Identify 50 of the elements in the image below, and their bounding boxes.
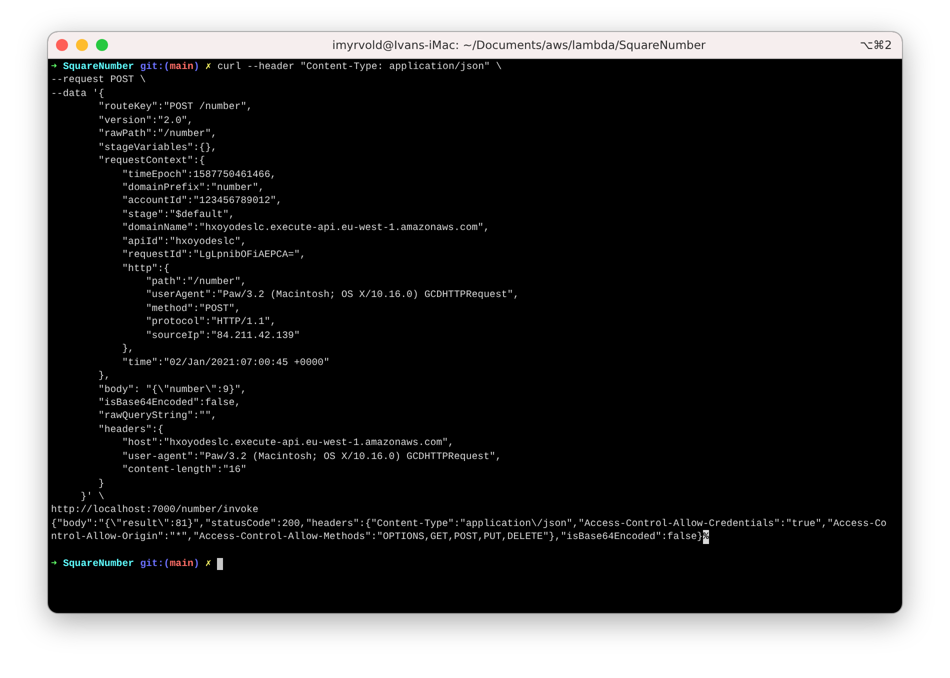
terminal-line: "routeKey":"POST /number", [97,100,254,114]
terminal-line: "content-length":"16" [121,463,248,477]
terminal-line: "userAgent":"Paw/3.2 (Macintosh; OS X/10.16.0) GCDHTTPRequest", [144,288,520,302]
git-branch: git:(main) [140,557,200,571]
terminal-line: "requestContext":{ [97,154,206,168]
terminal-line: "rawQueryString":"", [97,409,218,423]
partial-line-mark: % [702,530,709,544]
terminal-line: "apiId":"hxoyodeslc", [121,234,248,248]
terminal-line: "stage":"$default", [121,208,236,222]
terminal-line: http://localhost:7000/number/invoke [51,503,260,517]
terminal-line: "sourceIp":"84.211.42.139" [144,328,301,342]
directory-name: SquareNumber [62,60,134,74]
window-title: imyrvold@Ivans-iMac: ~/Documents/aws/lambda/SquareNumber [331,38,707,52]
dirty-mark: ✗ [205,60,212,74]
git-branch: git:(main) [140,60,200,74]
terminal-line: "timeEpoch":1587750461466, [121,168,278,181]
terminal-line: } [97,476,106,490]
terminal-line: "host":"hxoyodeslc.execute-api.eu-west-1.amazonaws.com", [121,436,455,450]
close-button[interactable] [56,39,68,51]
directory-name: SquareNumber [62,557,134,571]
terminal-line: "path":"/number", [144,275,248,288]
terminal-line: --data '{ [51,86,106,100]
terminal-line: "http":{ [121,262,171,275]
terminal-line: "user-agent":"Paw/3.2 (Macintosh; OS X/10.16.0) GCDHTTPRequest", [121,450,502,464]
terminal-line: --request POST \ [51,73,147,87]
terminal-line: "method":"POST", [144,302,242,316]
terminal-line: "accountId":"123456789012", [121,194,284,208]
terminal-line: "headers":{ [97,422,165,436]
terminal-line: {"body":"{\"result\":81}","statusCode":200,"headers":{"Content-Type":"application\/json","Access-Control-Allow-Credentials":"true","Access-Co [51,516,888,530]
terminal-line: "requestId":"LgLpnibOFiAEPCA=", [121,248,307,262]
terminal-line: "stageVariables":{}, [97,140,218,154]
terminal-line: }, [121,342,135,356]
terminal-line: "body": "{\"number\":9}", [97,382,248,396]
output-text: ntrol-Allow-Origin":"*","Access-Control-Allow-Methods":"OPTIONS,GET,POST,PUT,DELETE"},"isBase64Encoded":false} [51,530,703,544]
terminal-line: }' \ [80,490,106,504]
terminal-line: "version":"2.0", [97,114,194,128]
shortcut-label: ⌥⌘2 [860,38,893,52]
dirty-mark: ✗ [205,557,212,571]
terminal-line: "time":"02/Jan/2021:07:00:45 +0000" [121,356,331,370]
terminal-line: "domainPrefix":"number", [121,180,266,194]
minimize-button[interactable] [76,39,88,51]
terminal-line: }, [97,369,112,382]
terminal-line: "isBase64Encoded":false, [97,396,242,410]
prompt-arrow: ➜ [51,60,57,74]
terminal-line: "protocol":"HTTP/1.1", [144,315,278,329]
terminal-line: "rawPath":"/number", [97,127,218,141]
terminal-line: "domainName":"hxoyodeslc.execute-api.eu-west-1.amazonaws.com", [121,221,491,235]
zoom-button[interactable] [96,39,108,51]
prompt-arrow: ➜ [51,557,57,571]
command-text: curl --header "Content-Type: application/json" \ [217,60,502,74]
